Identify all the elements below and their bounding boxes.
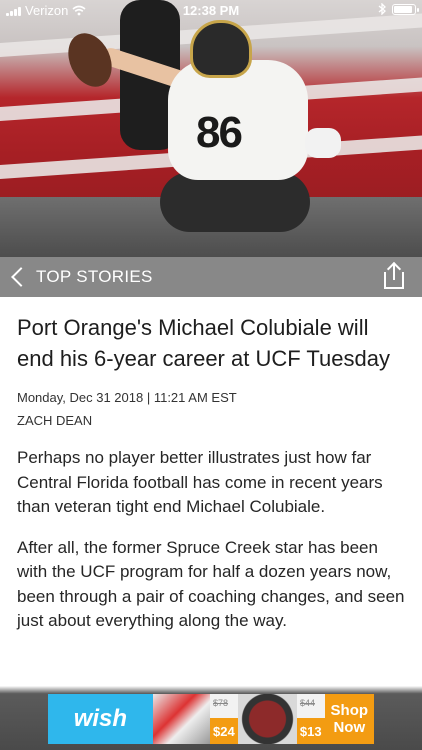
ad-content[interactable]: wish $78 $24 $44 $13 Shop Now [48,694,374,744]
ad-banner[interactable]: wish $78 $24 $44 $13 Shop Now [0,686,422,750]
shop-now-line1: Shop [330,702,369,719]
player-glove [305,128,341,158]
product-image[interactable] [152,694,211,744]
player-helmet [190,20,252,78]
player-pants [160,172,310,232]
shop-now-line2: Now [333,719,366,736]
status-right-group [378,3,419,15]
jersey-number: 86 [196,108,243,157]
article-body: Port Orange's Michael Colubiale will end… [17,312,407,634]
price-tag: $44 $13 [296,694,325,744]
sale-price: $24 [210,718,238,744]
back-button[interactable]: TOP STORIES [8,263,153,291]
article-headline: Port Orange's Michael Colubiale will end… [17,315,390,371]
bluetooth-icon [378,3,386,15]
share-icon[interactable] [384,261,404,289]
old-price: $44 [299,698,315,708]
article-dateline: Monday, Dec 31 2018 | 11:21 AM EST [17,390,237,405]
sale-price: $13 [296,718,325,744]
article-paragraph: Perhaps no player better illustrates jus… [17,448,383,516]
section-nav-bar: TOP STORIES [0,257,422,297]
article-paragraph: After all, the former Spruce Creek star … [17,537,405,631]
shop-now-button[interactable]: Shop Now [324,694,374,744]
price-tag: $78 $24 [210,694,238,744]
chevron-left-icon [11,267,31,287]
old-price: $78 [213,698,229,708]
section-label: TOP STORIES [36,267,153,286]
wish-logo[interactable]: wish [48,694,153,744]
battery-icon [392,3,419,15]
hero-image: 86 [0,0,422,257]
article-byline: ZACH DEAN [17,413,93,428]
status-time: 12:38 PM [182,3,240,18]
product-image[interactable] [237,694,297,744]
status-bar: Verizon 12:38 PM [0,0,422,20]
